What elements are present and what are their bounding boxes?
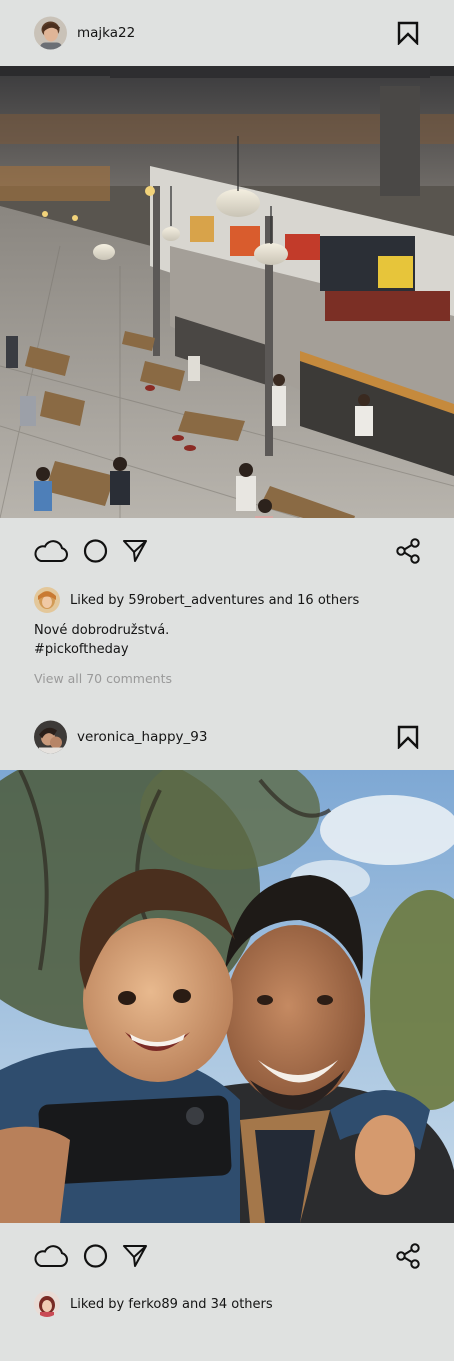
likes-row: Liked by 59robert_adventures and 16 othe… <box>34 587 359 613</box>
cloud-icon[interactable] <box>33 538 69 568</box>
user-avatar[interactable] <box>34 16 67 50</box>
likes-row: Liked by ferko89 and 34 others <box>34 1291 273 1317</box>
circle-icon[interactable] <box>83 1243 108 1273</box>
send-triangle-icon[interactable] <box>122 538 148 568</box>
post-card: majka22 Liked by 59robert_adventures and… <box>0 0 454 686</box>
post-header: veronica_happy_93 <box>0 704 454 770</box>
bookmark-icon[interactable] <box>397 21 419 46</box>
bookmark-icon[interactable] <box>397 725 419 750</box>
username[interactable]: majka22 <box>77 25 135 41</box>
caption-hashtag[interactable]: #pickoftheday <box>34 640 169 659</box>
circle-icon[interactable] <box>83 538 108 568</box>
post-header: majka22 <box>0 0 454 66</box>
post-actions <box>0 518 454 584</box>
likes-text[interactable]: Liked by ferko89 and 34 others <box>70 1297 273 1312</box>
share-nodes-icon[interactable] <box>395 538 421 568</box>
view-comments-link[interactable]: View all 70 comments <box>34 671 172 686</box>
send-triangle-icon[interactable] <box>122 1243 148 1273</box>
post-caption: Nové dobrodružstvá. #pickoftheday <box>34 621 169 659</box>
share-nodes-icon[interactable] <box>395 1243 421 1273</box>
cloud-icon[interactable] <box>33 1243 69 1273</box>
liker-avatar[interactable] <box>34 1291 60 1317</box>
post-actions <box>0 1223 454 1289</box>
post-photo[interactable] <box>0 770 454 1223</box>
user-avatar[interactable] <box>34 720 67 754</box>
post-photo[interactable] <box>0 66 454 518</box>
caption-text: Nové dobrodružstvá. <box>34 623 170 638</box>
likes-text[interactable]: Liked by 59robert_adventures and 16 othe… <box>70 593 359 608</box>
post-card: veronica_happy_93 Liked by ferko89 and 3… <box>0 704 454 1317</box>
username[interactable]: veronica_happy_93 <box>77 729 207 745</box>
liker-avatar[interactable] <box>34 587 60 613</box>
